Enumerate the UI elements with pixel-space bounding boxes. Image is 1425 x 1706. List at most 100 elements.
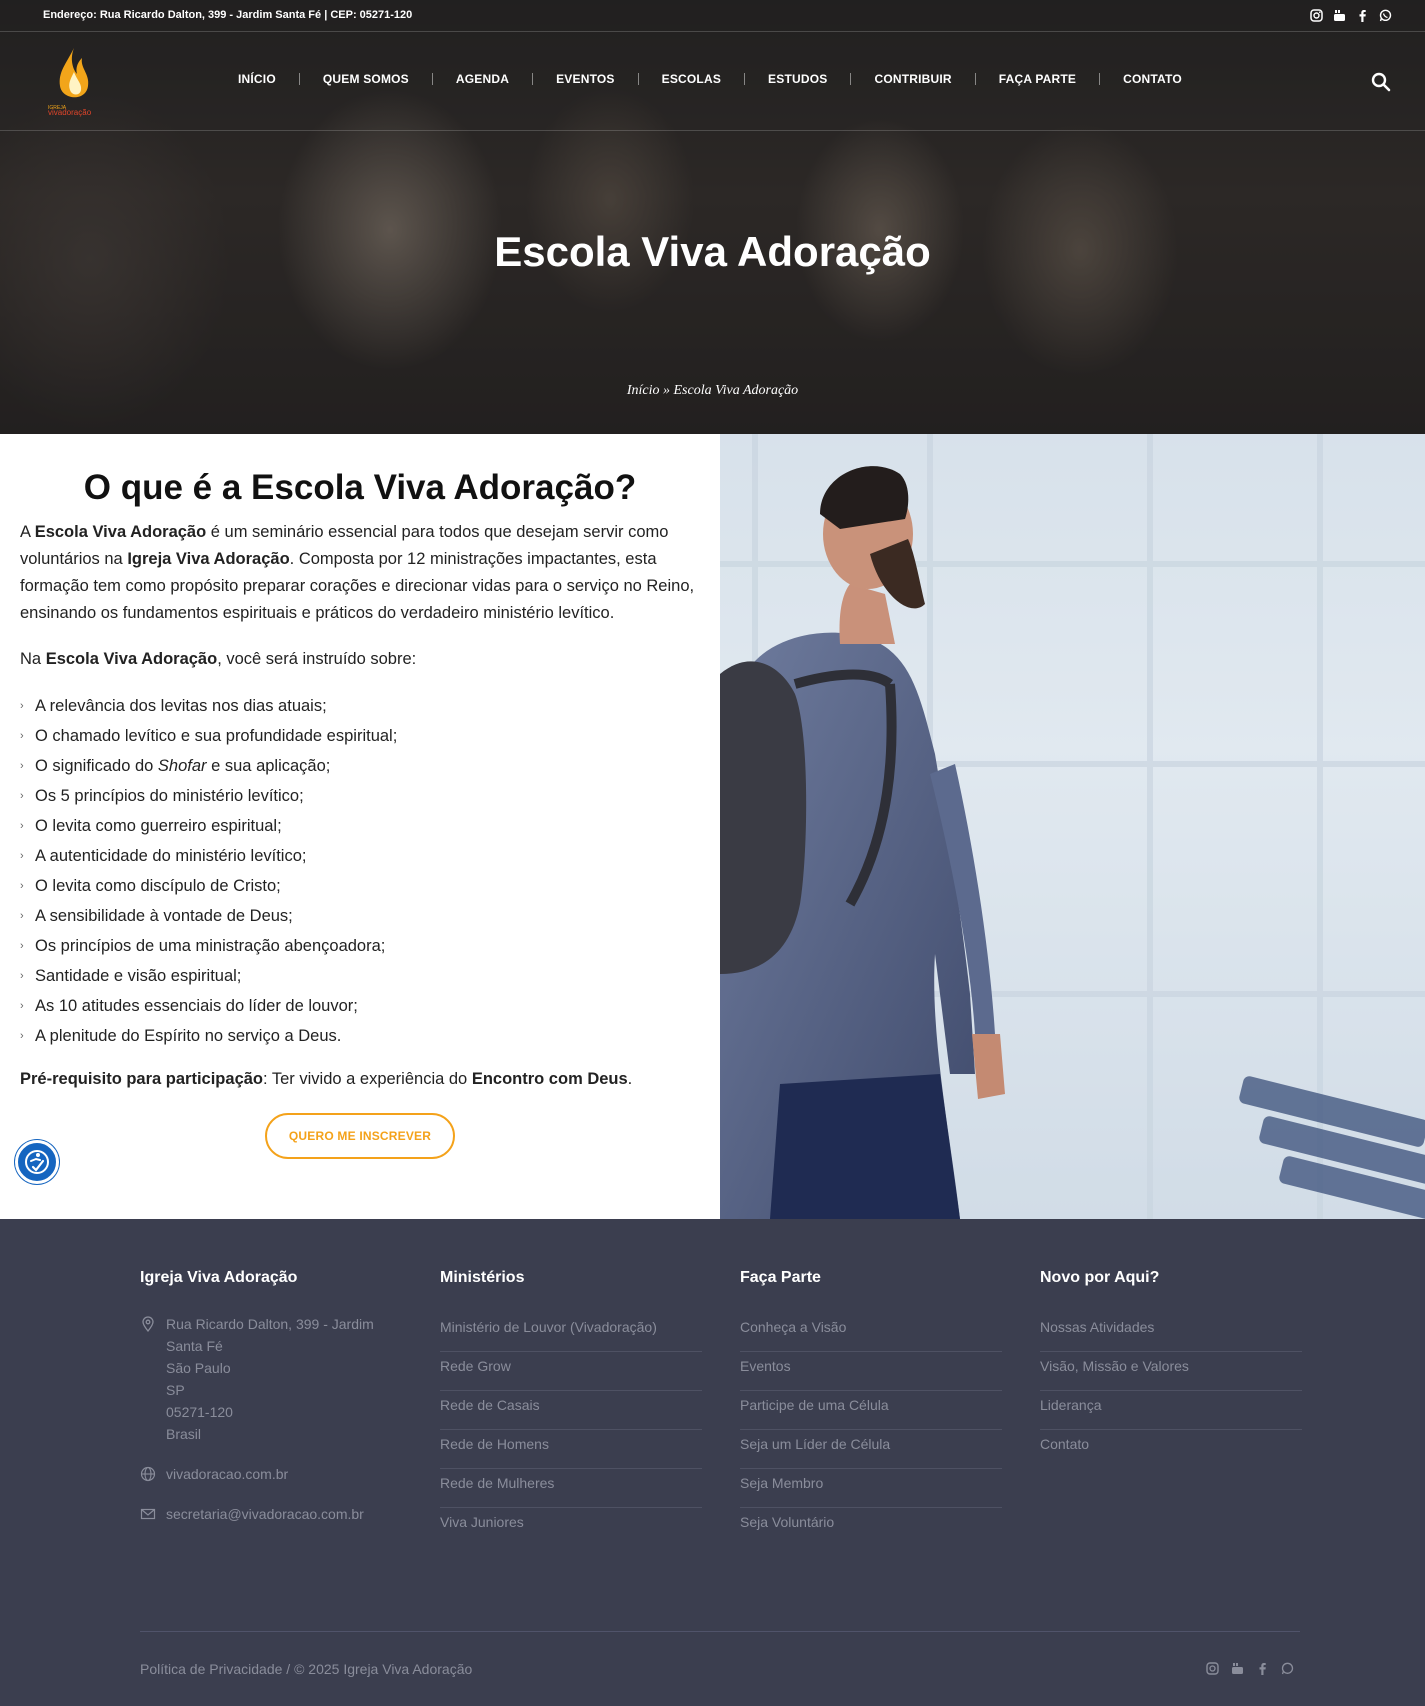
footer-link[interactable]: Seja Membro [740,1469,1002,1508]
chevron-right-icon: › [20,970,24,982]
topic-text: Santidade e visão espiritual; [35,967,242,985]
list-item: › Os princípios de uma ministração abenço… [20,931,700,961]
topic-text: Os 5 princípios do ministério levítico; [35,787,304,805]
top-social-links [1309,8,1393,23]
address-line: Brasil [166,1426,202,1442]
list-item: › A sensibilidade à vontade de Deus; [20,901,700,931]
footer-link[interactable]: Rede de Homens [440,1430,702,1469]
youtube-icon[interactable] [1332,8,1347,23]
address-lines: Rua Ricardo Dalton, 399 - Jardim Santa F… [166,1313,374,1445]
topics-list: › A relevância dos levitas nos dias atuai… [20,691,700,1051]
footer-social-links [1205,1661,1295,1676]
svg-text:vivadoração: vivadoração [48,108,92,117]
chevron-right-icon: › [20,730,24,742]
breadcrumb-current: Escola Viva Adoração [673,383,799,398]
copyright-text[interactable]: Política de Privacidade / © 2025 Igreja … [140,1661,472,1677]
whatsapp-icon[interactable] [1280,1661,1295,1676]
nav-item-agenda[interactable]: AGENDA [433,72,532,86]
globe-icon [140,1466,156,1482]
list-item: › Santidade e visão espiritual; [20,961,700,991]
intro-bold-church: Igreja Viva Adoração [127,550,290,568]
footer-col-ministries: Ministérios Ministério de Louvor (Vivado… [440,1269,702,1547]
email-link[interactable]: secretaria@vivadoracao.com.br [166,1503,364,1525]
chevron-right-icon: › [20,1000,24,1012]
lead-text: Na [20,650,46,668]
section-heading: O que é a Escola Viva Adoração? [83,468,637,507]
footer-links: Nossas Atividades Visão, Missão e Valore… [1040,1313,1302,1469]
breadcrumb-separator: » [662,383,670,398]
list-item: › O significado do Shofar e sua aplicação… [20,751,700,781]
footer-link[interactable]: Contato [1040,1430,1302,1469]
footer-email: secretaria@vivadoracao.com.br [140,1503,402,1525]
footer-link[interactable]: Ministério de Louvor (Vivadoração) [440,1313,702,1352]
intro-paragraph: A Escola Viva Adoração é um seminário es… [20,519,700,627]
whatsapp-icon[interactable] [1378,8,1393,23]
footer-link[interactable]: Nossas Atividades [1040,1313,1302,1352]
prereq-label: Pré-requisito para participação [20,1070,263,1088]
topic-text: O significado do Shofar e sua aplicação; [35,751,330,781]
nav-item-contato[interactable]: CONTATO [1100,72,1205,86]
breadcrumb-home-link[interactable]: Início [627,383,660,398]
topic-text: A relevância dos levitas nos dias atuais… [35,697,327,715]
footer-link[interactable]: Seja Voluntário [740,1508,1002,1547]
prereq-text: . [627,1070,633,1088]
footer-links: Ministério de Louvor (Vivadoração) Rede … [440,1313,702,1547]
accessibility-icon[interactable] [15,1140,59,1184]
chevron-right-icon: › [20,880,24,892]
footer-website: vivadoracao.com.br [140,1463,402,1485]
list-item: › O levita como guerreiro espiritual; [20,811,700,841]
nav-item-contribuir[interactable]: CONTRIBUIR [851,72,974,86]
map-pin-icon [140,1316,156,1333]
nav-item-estudos[interactable]: ESTUDOS [745,72,850,86]
footer-col-title: Novo por Aqui? [1040,1269,1160,1286]
topic-text-part: e sua aplicação; [206,757,331,775]
instagram-icon[interactable] [1309,8,1324,23]
facebook-icon[interactable] [1255,1661,1270,1676]
footer-link[interactable]: Viva Juniores [440,1508,702,1547]
lead-bold-school: Escola Viva Adoração [45,650,218,668]
nav-item-eventos[interactable]: EVENTOS [533,72,638,86]
footer-link[interactable]: Rede de Mulheres [440,1469,702,1508]
nav-item-inicio[interactable]: INÍCIO [215,72,299,86]
footer-link[interactable]: Conheça a Visão [740,1313,1002,1352]
nav-item-quem-somos[interactable]: QUEM SOMOS [300,72,432,86]
nav-item-escolas[interactable]: ESCOLAS [639,72,744,86]
footer-link[interactable]: Seja um Líder de Célula [740,1430,1002,1469]
enroll-button[interactable]: QUERO ME INSCREVER [265,1113,455,1159]
topics-lead: Na Escola Viva Adoração, você será instr… [20,646,700,673]
footer-link[interactable]: Liderança [1040,1391,1302,1430]
footer-col-title: Faça Parte [740,1269,821,1286]
list-item: › A plenitude do Espírito no serviço a De… [20,1021,700,1051]
topic-text-part: O significado do [35,757,158,775]
footer-link[interactable]: Eventos [740,1352,1002,1391]
site-footer: Igreja Viva Adoração Rua Ricardo Dalton,… [0,1219,1425,1706]
facebook-icon[interactable] [1355,8,1370,23]
website-link[interactable]: vivadoracao.com.br [166,1463,288,1485]
address-line: SP [166,1382,185,1398]
topic-text: As 10 atitudes essenciais do líder de lo… [35,997,358,1015]
footer-link[interactable]: Rede Grow [440,1352,702,1391]
footer-link[interactable]: Visão, Missão e Valores [1040,1352,1302,1391]
breadcrumb: Início » Escola Viva Adoração [0,383,1425,399]
footer-col-church: Igreja Viva Adoração Rua Ricardo Dalton,… [140,1269,402,1525]
topic-text: O chamado levítico e sua profundidade es… [35,727,398,745]
prerequisite-text: Pré-requisito para participação: Ter viv… [20,1066,632,1093]
list-item: › Os 5 princípios do ministério levítico; [20,781,700,811]
church-logo[interactable]: IGREJA vivadoração [46,44,104,118]
chevron-right-icon: › [20,700,24,712]
footer-link[interactable]: Participe de uma Célula [740,1391,1002,1430]
intro-bold-school: Escola Viva Adoração [34,523,207,541]
list-item: › A autenticidade do ministério levítico; [20,841,700,871]
footer-address: Rua Ricardo Dalton, 399 - Jardim Santa F… [140,1313,402,1445]
youtube-icon[interactable] [1230,1661,1245,1676]
mail-icon [140,1506,156,1522]
instagram-icon[interactable] [1205,1661,1220,1676]
chevron-right-icon: › [20,790,24,802]
footer-link[interactable]: Rede de Casais [440,1391,702,1430]
nav-item-faca-parte[interactable]: FAÇA PARTE [976,72,1099,86]
chevron-right-icon: › [20,850,24,862]
intro-text: A [20,523,35,541]
footer-col-join: Faça Parte Conheça a Visão Eventos Parti… [740,1269,1002,1547]
search-icon[interactable] [1371,72,1391,92]
page-title: Escola Viva Adoração [494,228,931,275]
